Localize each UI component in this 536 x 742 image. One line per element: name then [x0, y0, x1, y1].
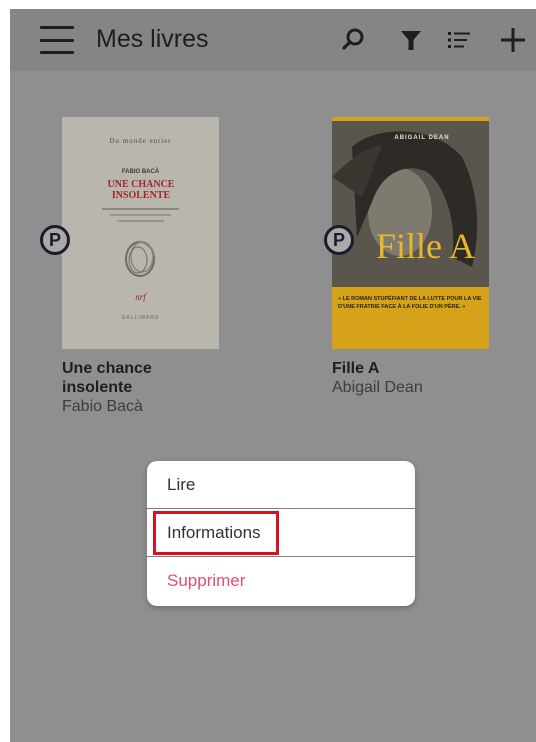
search-icon[interactable]: [336, 23, 370, 57]
book-cover[interactable]: Du monde entier FABIO BACÀ UNE CHANCE IN…: [62, 117, 219, 349]
filter-icon[interactable]: [394, 23, 428, 57]
book-status-badge: P: [40, 225, 70, 255]
context-menu: Lire Informations Supprimer: [147, 461, 415, 606]
book-author: Abigail Dean: [332, 379, 423, 396]
book-title: Fille A: [332, 360, 380, 377]
book-card[interactable]: Du monde entier FABIO BACÀ UNE CHANCE IN…: [40, 117, 252, 417]
book-card[interactable]: ABIGAIL DEAN Fille A « LE ROMAN STUPÉFIA…: [324, 117, 522, 398]
cover-series: Du monde entier: [109, 137, 172, 145]
list-view-icon[interactable]: [442, 23, 476, 57]
cover-author: FABIO BACÀ: [121, 169, 160, 175]
menu-item-delete[interactable]: Supprimer: [147, 557, 415, 605]
top-app-bar: Mes livres: [10, 9, 536, 71]
cover-blurb: « LE ROMAN STUPÉFIANT DE LA LUTTE POUR L…: [338, 296, 482, 310]
menu-icon[interactable]: [40, 26, 74, 54]
cover-title: Fille A: [375, 226, 476, 266]
book-cover[interactable]: ABIGAIL DEAN Fille A « LE ROMAN STUPÉFIA…: [332, 117, 489, 349]
add-icon[interactable]: [496, 23, 530, 57]
page-title: Mes livres: [96, 25, 209, 53]
cover-title: UNE CHANCE INSOLENTE: [107, 179, 175, 201]
app-screen: Mes livres Du monde entier FABIO BACÀ UN…: [10, 9, 536, 742]
menu-item-information[interactable]: Informations: [147, 509, 415, 557]
cover-publisher: GALLIMARD: [121, 315, 160, 321]
menu-item-label: Informations: [167, 522, 261, 542]
cover-logo: nrf: [135, 292, 146, 302]
menu-item-read[interactable]: Lire: [147, 461, 415, 509]
cover-author: ABIGAIL DEAN: [394, 135, 450, 141]
book-title: Une chance insolente: [62, 360, 152, 396]
book-author: Fabio Bacà: [62, 398, 143, 415]
book-status-badge: P: [324, 225, 354, 255]
